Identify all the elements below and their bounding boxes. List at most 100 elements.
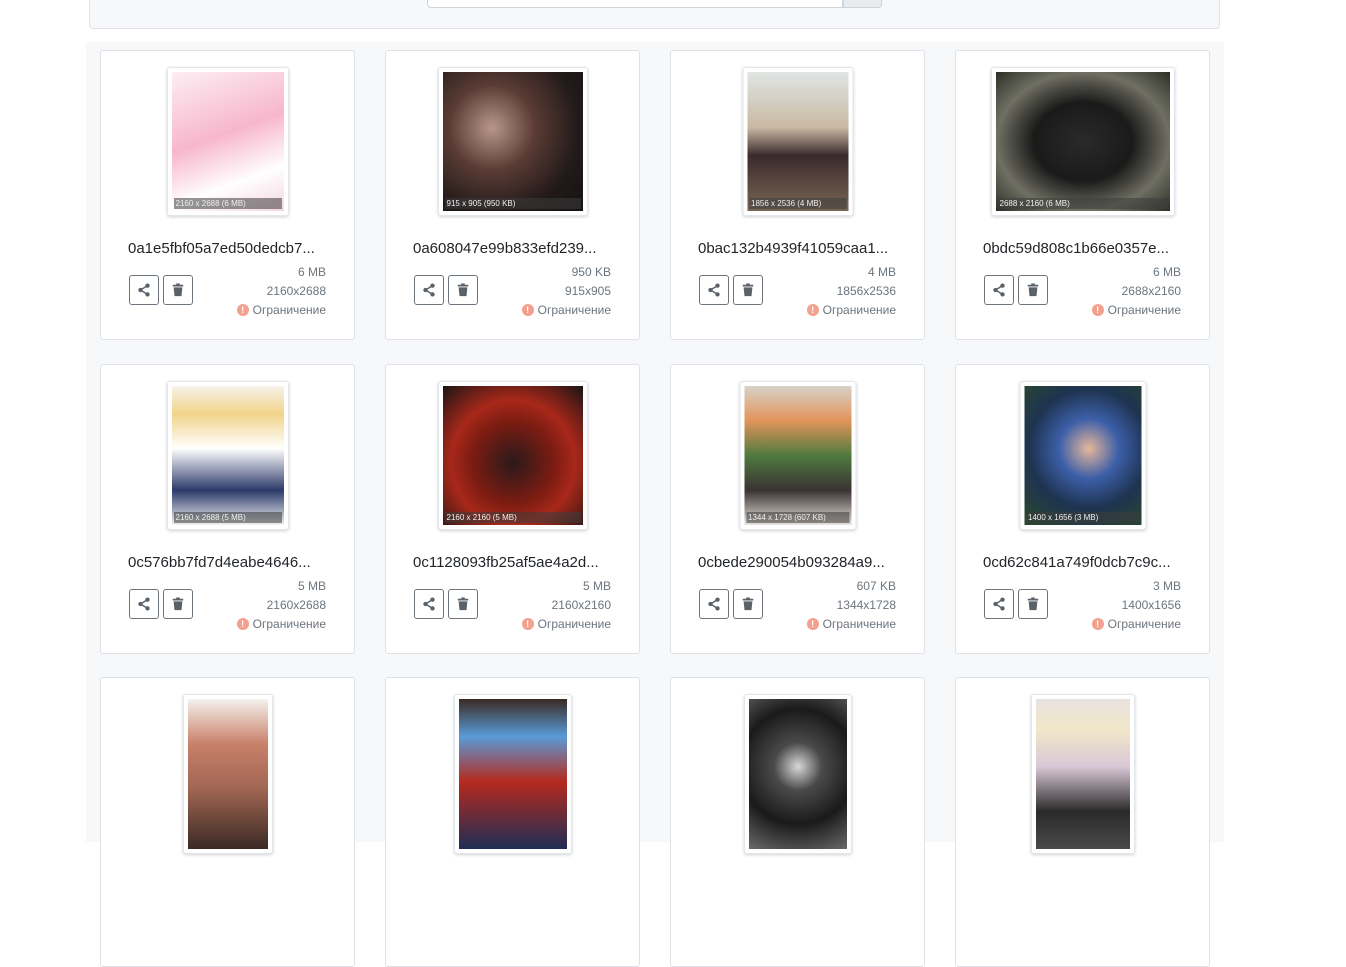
file-size: 6 MB xyxy=(1152,265,1181,279)
trash-icon xyxy=(457,283,469,297)
restriction-status: ! Ограничение xyxy=(1091,303,1181,317)
restriction-label: Ограничение xyxy=(822,617,896,631)
thumbnail-caption: 2160 x 2160 (5 MB) xyxy=(444,512,581,523)
file-size: 6 MB xyxy=(297,265,326,279)
image-dimensions: 2688x2160 xyxy=(1121,284,1181,298)
share-icon xyxy=(708,597,720,611)
image-thumbnail[interactable]: 1856 x 2536 (4 MB) xyxy=(742,67,853,216)
image-thumbnail[interactable] xyxy=(1030,694,1135,854)
file-name[interactable]: 0c1128093fb25af5ae4a2d... xyxy=(413,554,618,572)
image-thumbnail[interactable] xyxy=(182,694,273,854)
file-name[interactable]: 0bdc59d808c1b66e0357e... xyxy=(983,240,1188,258)
image-card xyxy=(100,677,355,967)
file-size: 607 KB xyxy=(856,579,896,593)
image-card: 2688 x 2160 (6 MB) 0bdc59d808c1b66e0357e… xyxy=(955,50,1210,340)
share-button[interactable] xyxy=(414,275,444,305)
share-button[interactable] xyxy=(129,275,159,305)
image-thumbnail[interactable] xyxy=(743,694,852,854)
file-size: 3 MB xyxy=(1152,579,1181,593)
restriction-status: ! Ограничение xyxy=(806,617,896,631)
exclamation-circle-icon: ! xyxy=(521,618,534,630)
delete-button[interactable] xyxy=(448,275,478,305)
image-dimensions: 2160x2688 xyxy=(266,284,326,298)
restriction-status: ! Ограничение xyxy=(521,617,611,631)
delete-button[interactable] xyxy=(733,589,763,619)
image-card xyxy=(955,677,1210,967)
thumbnail-caption: 1400 x 1656 (3 MB) xyxy=(1026,512,1139,523)
file-name[interactable]: 0a608047e99b833efd239... xyxy=(413,240,618,258)
share-button[interactable] xyxy=(129,589,159,619)
share-icon xyxy=(708,283,720,297)
file-size: 5 MB xyxy=(582,579,611,593)
thumbnail-caption: 2160 x 2688 (5 MB) xyxy=(173,512,282,523)
share-button[interactable] xyxy=(984,589,1014,619)
image-card: 2160 x 2160 (5 MB) 0c1128093fb25af5ae4a2… xyxy=(385,364,640,654)
image-card: 1856 x 2536 (4 MB) 0bac132b4939f41059caa… xyxy=(670,50,925,340)
delete-button[interactable] xyxy=(163,275,193,305)
image-card xyxy=(385,677,640,967)
file-size: 5 MB xyxy=(297,579,326,593)
image-thumbnail[interactable]: 1344 x 1728 (607 KB) xyxy=(739,381,856,530)
image-thumbnail[interactable]: 2160 x 2160 (5 MB) xyxy=(437,381,588,530)
thumbnail-caption: 2688 x 2160 (6 MB) xyxy=(997,198,1168,209)
image-dimensions: 1400x1656 xyxy=(1121,598,1181,612)
delete-button[interactable] xyxy=(733,275,763,305)
file-name[interactable]: 0cbede290054b093284a9... xyxy=(698,554,903,572)
delete-button[interactable] xyxy=(1018,589,1048,619)
image-card: 1400 x 1656 (3 MB) 0cd62c841a749f0dcb7c9… xyxy=(955,364,1210,654)
trash-icon xyxy=(457,597,469,611)
restriction-status: ! Ограничение xyxy=(236,617,326,631)
trash-icon xyxy=(742,597,754,611)
exclamation-circle-icon: ! xyxy=(236,618,249,630)
search-input[interactable] xyxy=(427,0,843,8)
exclamation-circle-icon: ! xyxy=(1091,618,1104,630)
exclamation-circle-icon: ! xyxy=(1091,304,1104,316)
search-bar xyxy=(89,0,1220,29)
delete-button[interactable] xyxy=(163,589,193,619)
share-icon xyxy=(993,283,1005,297)
share-icon xyxy=(138,597,150,611)
restriction-status: ! Ограничение xyxy=(521,303,611,317)
share-icon xyxy=(423,283,435,297)
image-card: 2160 x 2688 (5 MB) 0c576bb7fd7d4eabe4646… xyxy=(100,364,355,654)
trash-icon xyxy=(1027,283,1039,297)
share-icon xyxy=(993,597,1005,611)
image-thumbnail[interactable]: 915 x 905 (950 KB) xyxy=(437,67,588,216)
share-button[interactable] xyxy=(984,275,1014,305)
exclamation-circle-icon: ! xyxy=(806,304,819,316)
file-name[interactable]: 0bac132b4939f41059caa1... xyxy=(698,240,903,258)
share-button[interactable] xyxy=(699,589,729,619)
file-name[interactable]: 0a1e5fbf05a7ed50dedcb7... xyxy=(128,240,333,258)
delete-button[interactable] xyxy=(1018,275,1048,305)
image-dimensions: 2160x2688 xyxy=(266,598,326,612)
restriction-label: Ограничение xyxy=(252,617,326,631)
restriction-status: ! Ограничение xyxy=(236,303,326,317)
image-dimensions: 915x905 xyxy=(564,284,611,298)
delete-button[interactable] xyxy=(448,589,478,619)
trash-icon xyxy=(1027,597,1039,611)
exclamation-circle-icon: ! xyxy=(236,304,249,316)
image-thumbnail[interactable] xyxy=(453,694,572,854)
image-card: 915 x 905 (950 KB) 0a608047e99b833efd239… xyxy=(385,50,640,340)
image-card xyxy=(670,677,925,967)
thumbnail-caption: 2160 x 2688 (6 MB) xyxy=(173,198,282,209)
image-dimensions: 1344x1728 xyxy=(836,598,896,612)
file-name[interactable]: 0cd62c841a749f0dcb7c9c... xyxy=(983,554,1188,572)
thumbnail-caption: 1344 x 1728 (607 KB) xyxy=(746,512,849,523)
file-size: 950 KB xyxy=(571,265,611,279)
share-icon xyxy=(423,597,435,611)
trash-icon xyxy=(172,283,184,297)
restriction-label: Ограничение xyxy=(537,617,611,631)
image-thumbnail[interactable]: 1400 x 1656 (3 MB) xyxy=(1019,381,1146,530)
exclamation-circle-icon: ! xyxy=(521,304,534,316)
file-name[interactable]: 0c576bb7fd7d4eabe4646... xyxy=(128,554,333,572)
share-button[interactable] xyxy=(414,589,444,619)
image-thumbnail[interactable]: 2160 x 2688 (5 MB) xyxy=(166,381,289,530)
search-button[interactable] xyxy=(843,0,882,8)
share-button[interactable] xyxy=(699,275,729,305)
image-thumbnail[interactable]: 2160 x 2688 (6 MB) xyxy=(166,67,289,216)
restriction-status: ! Ограничение xyxy=(806,303,896,317)
thumbnail-caption: 915 x 905 (950 KB) xyxy=(444,198,581,209)
image-card: 2160 x 2688 (6 MB) 0a1e5fbf05a7ed50dedcb… xyxy=(100,50,355,340)
image-thumbnail[interactable]: 2688 x 2160 (6 MB) xyxy=(990,67,1175,216)
